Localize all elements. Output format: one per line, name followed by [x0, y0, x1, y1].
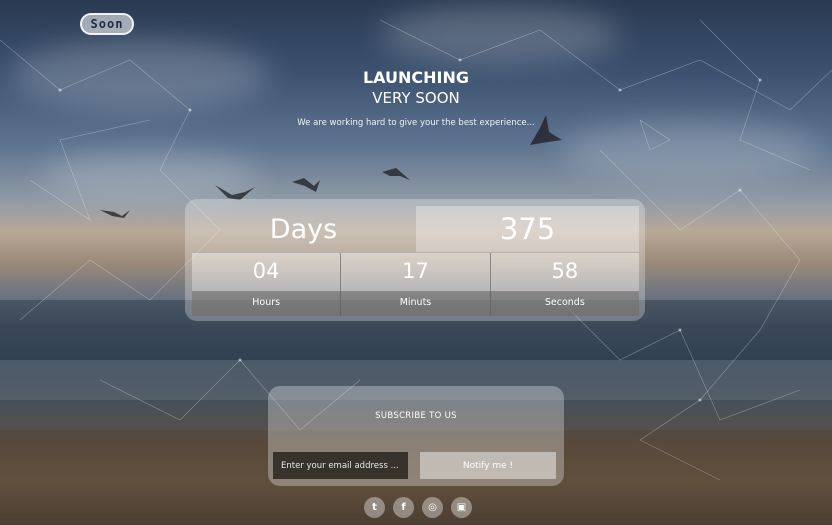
social-links: t f ◎ ▣ — [364, 497, 472, 518]
countdown-panel: Days 375 04 Hours 17 Minuts 58 Seconds — [185, 199, 645, 321]
hours-cell: 04 Hours — [192, 253, 342, 316]
seconds-cell: 58 Seconds — [490, 253, 639, 316]
twitter-icon[interactable]: t — [364, 497, 385, 518]
page-subtitle: VERY SOON — [372, 89, 460, 107]
time-cells: 04 Hours 17 Minuts 58 Seconds — [192, 253, 639, 316]
seconds-label: Seconds — [544, 297, 585, 308]
subscribe-panel: SUBSCRIBE TO US Notify me ! — [268, 386, 564, 486]
hours-value: 04 — [252, 259, 280, 283]
page-title: LAUNCHING — [362, 68, 470, 87]
logo[interactable]: Soon — [80, 13, 134, 35]
minutes-label: Minuts — [399, 297, 432, 308]
minutes-value: 17 — [402, 259, 429, 283]
facebook-icon[interactable]: f — [393, 497, 414, 518]
email-input[interactable] — [273, 452, 408, 479]
hours-label: Hours — [252, 297, 281, 308]
notify-button[interactable]: Notify me ! — [420, 452, 556, 479]
minutes-cell: 17 Minuts — [341, 253, 491, 316]
subscribe-title: SUBSCRIBE TO US — [375, 411, 457, 421]
seconds-value: 58 — [551, 259, 579, 283]
instagram-icon[interactable]: ▣ — [451, 497, 472, 518]
days-label: Days — [269, 213, 338, 245]
tagline: We are working hard to give your the bes… — [297, 118, 535, 128]
days-value: 375 — [416, 206, 639, 252]
dribbble-icon[interactable]: ◎ — [422, 497, 443, 518]
